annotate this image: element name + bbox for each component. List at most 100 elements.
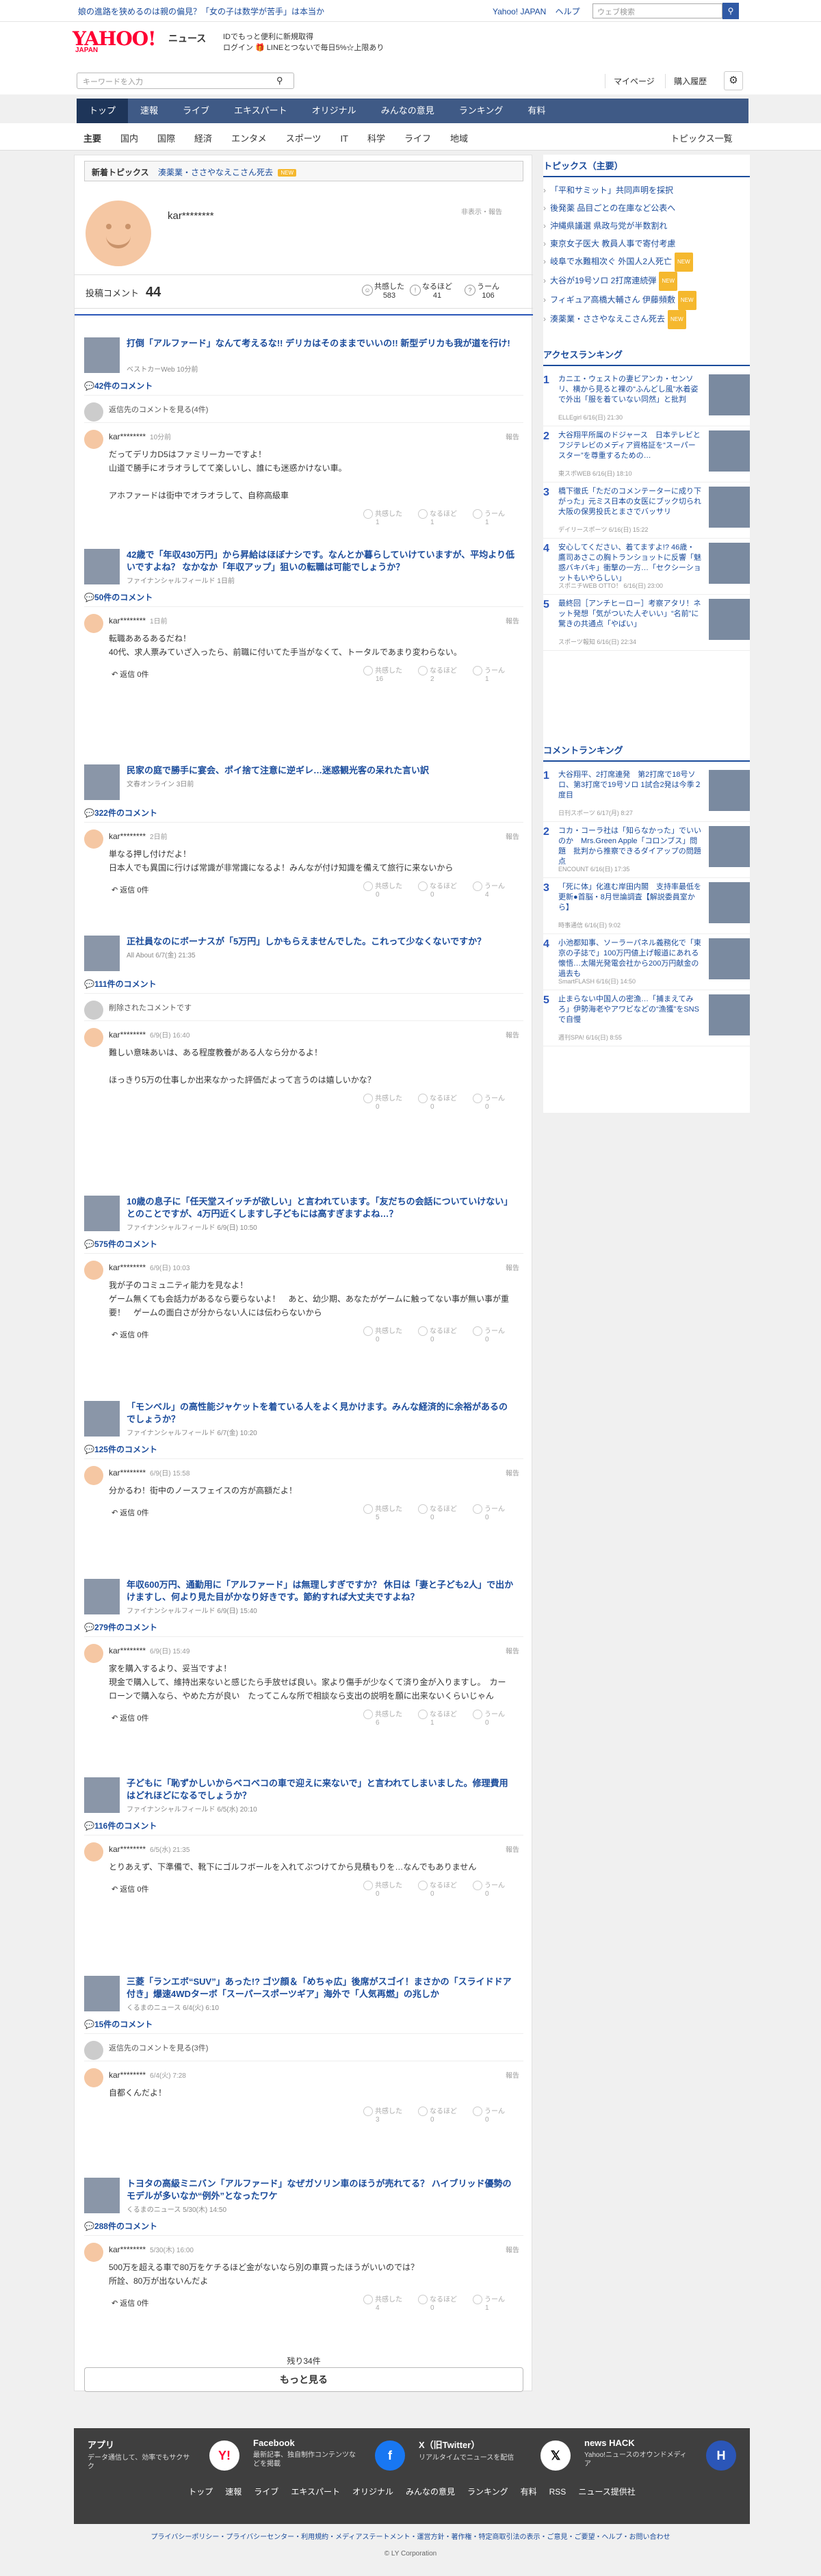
ranking-thumbnail[interactable] — [709, 543, 750, 584]
report-link[interactable]: 報告 — [506, 431, 519, 441]
id-promo[interactable]: IDでもっと便利に新規取得 — [223, 31, 384, 42]
insight-button[interactable]: なるほど 1 — [418, 508, 459, 526]
logo-news[interactable]: ニュース — [168, 31, 206, 45]
comment-username[interactable]: kar******** — [109, 432, 146, 441]
report-link[interactable]: 報告 — [506, 2070, 519, 2080]
ranking-thumbnail[interactable] — [709, 430, 750, 472]
ranking-item[interactable]: 5 止まらない中国人の密漁…「捕まえてみろ」伊勢海老やアワビなどの“漁獲”をSNS… — [543, 990, 750, 1046]
hmm-button[interactable]: うーん 0 — [473, 2105, 514, 2124]
ranking-title[interactable]: カニエ・ウェストの妻ビアンカ・センソリ、横から見ると裸の“ふんどし風”水着姿で外… — [558, 374, 702, 405]
article-thumbnail[interactable] — [84, 1777, 120, 1813]
hmm-button[interactable]: うーん 1 — [473, 2293, 514, 2312]
article-title[interactable]: トヨタの高級ミニバン「アルファード」なぜガソリン車のほうが売れてる？ ハイブリッ… — [127, 2178, 517, 2202]
article-thumbnail[interactable] — [84, 764, 120, 800]
insight-button[interactable]: なるほど 2 — [418, 665, 459, 683]
tab-opinions[interactable]: みんなの意見 — [369, 99, 447, 123]
yahoo-japan-link[interactable]: Yahoo! JAPAN — [493, 7, 546, 16]
ranking-item[interactable]: 2 大谷翔平所属のドジャース 日本テレビとフジテレビのメディア資格証を“スーパース… — [543, 426, 750, 482]
ranking-title[interactable]: 橋下徹氏「ただのコメンテーターに成り下がった」元ミス日本の女医にブック切られ 大… — [558, 487, 709, 517]
ranking-thumbnail[interactable] — [709, 599, 750, 640]
report-link[interactable]: 報告 — [506, 1467, 519, 1478]
ranking-item[interactable]: 4 安心してください、着てますよ!? 46歳・鷹司あさこの胸トランショットに反響「… — [543, 539, 750, 595]
tab-live[interactable]: ライブ — [170, 99, 222, 123]
article-title[interactable]: 正社員なのにボーナスが「5万円」しかもらえませんでした。これって少なくないですか… — [127, 936, 517, 948]
article-thumbnail[interactable] — [84, 1579, 120, 1614]
ranking-item[interactable]: 1 カニエ・ウェストの妻ビアンカ・センソリ、横から見ると裸の“ふんどし風”水着姿で… — [543, 370, 750, 426]
ranking-item[interactable]: 3 橋下徹氏「ただのコメンテーターに成り下がった」元ミス日本の女医にブック切られ … — [543, 482, 750, 539]
footer-nav-item[interactable]: ランキング — [467, 2487, 508, 2497]
parent-comment-text[interactable]: 返信先のコメントを見る(4件) — [109, 404, 208, 415]
article-title[interactable]: 子どもに「恥ずかしいからベコベコの車で迎えに来ないで」と言われてしまいました。修… — [127, 1777, 517, 1802]
comment-count-link[interactable]: 575件のコメント — [84, 1238, 157, 1250]
hmm-button[interactable]: うーん 0 — [473, 1708, 514, 1727]
category-item[interactable]: 国際 — [157, 133, 175, 144]
category-item[interactable]: 科学 — [367, 133, 385, 144]
topic-item[interactable]: 「平和サミット」共同声明を採択 — [543, 181, 750, 199]
comment-count-link[interactable]: 116件のコメント — [84, 1820, 157, 1831]
hmm-button[interactable]: うーん 0 — [473, 1092, 514, 1111]
ranking-title[interactable]: 最終回［アンチヒーロー］考察アタリ！ネット発想「気がついた人ぞいい」“名前”に驚… — [558, 599, 702, 630]
tab-ranking[interactable]: ランキング — [447, 99, 516, 123]
gear-icon[interactable]: ⚙ — [724, 71, 743, 90]
article-title[interactable]: 42歳で「年収430万円」から昇給はほぼナシです。なんとか暮らしていけていますが… — [127, 549, 517, 574]
comment-count-link[interactable]: 50件のコメント — [84, 591, 153, 603]
insight-button[interactable]: なるほど 0 — [418, 1879, 459, 1898]
hide-report-link[interactable]: 非表示・報告 — [461, 206, 502, 216]
top-promo-link[interactable]: 娘の進路を狭めるのは親の偏見？「女の子は数学が苦手」は本当か — [78, 5, 324, 17]
category-item[interactable]: 主要 — [83, 133, 101, 144]
ranking-title[interactable]: コカ・コーラ社は「知らなかった」でいいのか Mrs.Green Apple「コロ… — [558, 826, 702, 867]
comment-count-link[interactable]: 279件のコメント — [84, 1621, 157, 1633]
empathy-button[interactable]: 共感した 1 — [363, 508, 404, 526]
ranking-item[interactable]: 4 小池都知事、ソーラーパネル義務化で「東京の子誌で」100万円値上げ報道にあれる… — [543, 934, 750, 990]
ranking-item[interactable]: 1 大谷翔平、2打席連発 第2打席で18号ソロ、第3打席で19号ソロ 1試合2発は… — [543, 766, 750, 822]
topic-item[interactable]: 大谷が19号ソロ 2打席連続弾NEW — [543, 272, 750, 291]
article-thumbnail[interactable] — [84, 1976, 120, 2011]
article-title[interactable]: 10歳の息子に「任天堂スイッチが欲しい」と言われています。「友だちの会話について… — [127, 1196, 517, 1220]
tab-original[interactable]: オリジナル — [300, 99, 369, 123]
load-more-button[interactable]: もっと見る — [84, 2367, 523, 2392]
hmm-button[interactable]: うーん 4 — [473, 880, 514, 899]
footer-nav-item[interactable]: トップ — [188, 2487, 213, 2497]
article-thumbnail[interactable] — [84, 1196, 120, 1231]
comment-username[interactable]: kar******** — [109, 2245, 146, 2254]
ranking-item[interactable]: 5 最終回［アンチヒーロー］考察アタリ！ネット発想「気がついた人ぞいい」“名前”に… — [543, 595, 750, 651]
login-line[interactable]: ログイン 🎁 LINEとつないで毎日5%☆上限あり — [223, 42, 384, 53]
reply-button[interactable]: ↶ 返信 0件 — [112, 1329, 148, 1340]
tab-expert[interactable]: エキスパート — [222, 99, 300, 123]
insight-button[interactable]: なるほど 1 — [418, 1708, 459, 1727]
insight-button[interactable]: なるほど 0 — [418, 880, 459, 899]
comment-username[interactable]: kar******** — [109, 1844, 146, 1854]
reply-button[interactable]: ↶ 返信 0件 — [112, 669, 148, 680]
article-thumbnail[interactable] — [84, 936, 120, 971]
footer-links[interactable]: プライバシーポリシー・プライバシーセンター・利用規約・メディアステートメント・運… — [0, 2531, 821, 2541]
ranking-thumbnail[interactable] — [709, 826, 750, 867]
article-title[interactable]: 民家の庭で勝手に宴会、ポイ捨て注意に逆ギレ…迷惑観光客の呆れた言い訳 — [127, 764, 517, 777]
ranking-thumbnail[interactable] — [709, 882, 750, 923]
comment-count-link[interactable]: 42件のコメント — [84, 380, 153, 391]
reply-button[interactable]: ↶ 返信 0件 — [112, 1712, 148, 1723]
comment-count-link[interactable]: 125件のコメント — [84, 1443, 157, 1455]
empathy-button[interactable]: 共感した 4 — [363, 2293, 404, 2312]
ranking-item[interactable]: 2 コカ・コーラ社は「知らなかった」でいいのか Mrs.Green Apple「コ… — [543, 822, 750, 878]
empathy-button[interactable]: 共感した 3 — [363, 2105, 404, 2124]
topic-item[interactable]: 後発薬 品目ごとの在庫など公表へ — [543, 199, 750, 217]
comment-count-link[interactable]: 111件のコメント — [84, 978, 157, 990]
purchase-history-link[interactable]: 購入履歴 — [665, 74, 715, 88]
comment-username[interactable]: kar******** — [109, 1646, 146, 1656]
news-search-input[interactable]: キーワードを入力 — [77, 73, 294, 89]
report-link[interactable]: 報告 — [506, 1262, 519, 1272]
ranking-title[interactable]: 「死に体」化進む岸田内閣 支持率最低を更新●首脳・8月世論調査【解説委員室から】 — [558, 882, 702, 913]
parent-comment-text[interactable]: 返信先のコメントを見る(3件) — [109, 2042, 208, 2053]
report-link[interactable]: 報告 — [506, 1844, 519, 1854]
footer-nav-item[interactable]: 速報 — [225, 2487, 242, 2497]
article-thumbnail[interactable] — [84, 2178, 120, 2213]
footer-x[interactable]: X（旧Twitter） リアルタイムでニュースを配信 𝕏 — [419, 2438, 583, 2479]
reply-button[interactable]: ↶ 返信 0件 — [112, 884, 148, 895]
comment-username[interactable]: kar******** — [109, 1263, 146, 1272]
tab-top[interactable]: トップ — [77, 99, 129, 123]
topic-item[interactable]: 岐阜で水難相次ぐ 外国人2人死亡NEW — [543, 253, 750, 272]
topic-item[interactable]: 東京女子医大 教員人事で寄付考慮 — [543, 235, 750, 253]
hmm-button[interactable]: うーん 1 — [473, 665, 514, 683]
insight-button[interactable]: なるほど 0 — [418, 1503, 459, 1521]
comment-count-link[interactable]: 15件のコメント — [84, 2018, 153, 2030]
